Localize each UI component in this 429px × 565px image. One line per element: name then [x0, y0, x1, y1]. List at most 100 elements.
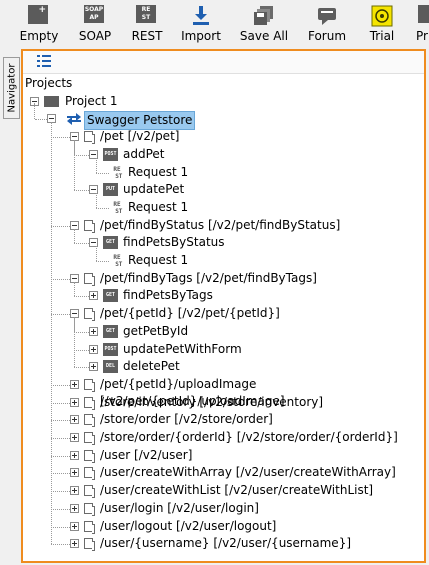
tree-connector-line: [34, 102, 35, 120]
tree-connector-line: [51, 137, 70, 139]
resource-page-icon: [84, 308, 95, 322]
resource-expander[interactable]: [70, 450, 79, 460]
tree-resource[interactable]: /pet/{petId} [/v2/pet/{petId}]: [100, 305, 280, 322]
import-button[interactable]: Import: [178, 0, 224, 46]
empty-project-label: Empty: [19, 29, 59, 43]
tree-method[interactable]: updatePet: [123, 181, 184, 198]
resource-page-icon: [84, 449, 95, 463]
tree-connector-line: [51, 225, 70, 227]
method-badge-get: GET: [103, 289, 118, 303]
resource-expander[interactable]: [70, 539, 79, 549]
forum-button[interactable]: Forum: [304, 0, 350, 46]
resource-page-icon: [84, 219, 95, 233]
tree-connector-line: [51, 278, 70, 280]
tree-method[interactable]: getPetById: [123, 323, 188, 340]
soap-button[interactable]: SOAP AP SOAP: [74, 0, 116, 46]
panel-toolbar: [23, 51, 424, 74]
tree-method[interactable]: findPetsByTags: [123, 287, 213, 304]
navigator-panel: Projects Project 1 Swagger Petstore/pet [/…: [21, 49, 426, 563]
save-all-button[interactable]: Save All: [238, 0, 290, 46]
rest-label: REST: [131, 29, 163, 43]
tree-resource[interactable]: /user/{username} [/v2/user/{username}]: [100, 535, 351, 552]
tree-root-projects[interactable]: Projects: [25, 75, 72, 92]
tree-connector-line: [96, 246, 97, 261]
tree-connector-line: [96, 207, 109, 209]
resource-page-icon: [84, 520, 95, 534]
navigator-tab[interactable]: Navigator: [3, 57, 20, 119]
trial-label: Trial: [369, 29, 395, 43]
soap-label: SOAP: [78, 29, 112, 43]
forum-label: Forum: [307, 29, 347, 43]
tree-resource[interactable]: /user [/v2/user]: [100, 447, 192, 464]
resource-page-icon: [84, 131, 95, 145]
tree-connector-line: [51, 402, 70, 404]
tree-connector-line: [74, 228, 75, 244]
import-label: Import: [181, 29, 221, 43]
method-badge-get: GET: [103, 236, 118, 250]
method-expander[interactable]: [89, 362, 98, 372]
list-view-icon[interactable]: [37, 55, 51, 67]
empty-project-button[interactable]: + Empty: [18, 0, 60, 46]
preferences-icon: [418, 5, 429, 27]
tree-resource[interactable]: /user/createWithArray [/v2/user/createWi…: [100, 464, 396, 481]
resource-page-icon: [84, 378, 95, 392]
tree-connector-line: [51, 491, 70, 493]
tree-connector-line: [96, 157, 97, 173]
resource-expander[interactable]: [70, 397, 79, 407]
resource-expander[interactable]: [70, 379, 79, 389]
tree-resource[interactable]: /pet/findByStatus [/v2/pet/findByStatus]: [100, 217, 340, 234]
method-expander[interactable]: [89, 291, 98, 301]
resource-expander[interactable]: [70, 433, 79, 442]
preferences-button[interactable]: Pr: [414, 0, 429, 46]
tree-method[interactable]: addPet: [123, 146, 164, 163]
tree-resource[interactable]: /store/order [/v2/store/order]: [100, 411, 273, 428]
tree-request[interactable]: Request 1: [128, 199, 188, 216]
tree-resource[interactable]: /store/inventory [/v2/store/inventory]: [100, 394, 323, 411]
tree-resource[interactable]: /pet/findByTags [/v2/pet/findByTags]: [100, 270, 317, 287]
tree-connector-line: [96, 172, 109, 174]
tree-connector-line: [74, 349, 89, 351]
tree-connector-line: [51, 508, 70, 510]
rest-request-icon: RE ST: [111, 200, 123, 215]
resource-page-icon: [84, 502, 95, 516]
tree-connector-line: [51, 384, 70, 386]
tree-connector-line: [74, 317, 75, 368]
tree-resource[interactable]: /user/logout [/v2/user/logout]: [100, 518, 276, 535]
tree-resource[interactable]: /user/login [/v2/user/login]: [100, 500, 259, 517]
tree-connector-line: [74, 296, 89, 298]
resource-page-icon: [84, 538, 95, 552]
method-badge-get: GET: [103, 324, 118, 338]
resource-expander[interactable]: [70, 468, 79, 478]
resource-expander[interactable]: [70, 521, 79, 531]
resource-expander[interactable]: [70, 486, 79, 496]
tree-connector-line: [74, 331, 89, 333]
resource-expander[interactable]: [70, 503, 79, 513]
method-expander[interactable]: [89, 326, 98, 336]
tree-project-1[interactable]: Project 1: [65, 93, 118, 110]
rest-request-icon: RE ST: [111, 165, 123, 180]
tree-connector-line: [74, 243, 89, 245]
tree-request[interactable]: Request 1: [128, 252, 188, 269]
tree-method[interactable]: updatePetWithForm: [123, 341, 242, 358]
rest-button[interactable]: RE ST REST: [126, 0, 168, 46]
tree-resource[interactable]: /pet [/v2/pet]: [100, 128, 179, 145]
tree-method[interactable]: deletePet: [123, 358, 180, 375]
project-tree: Projects Project 1 Swagger Petstore/pet [/…: [23, 73, 424, 561]
resource-page-icon: [84, 432, 95, 445]
tree-resource[interactable]: /store/order/{orderId} [/v2/store/order/…: [100, 429, 398, 446]
trial-button[interactable]: Trial: [360, 0, 404, 46]
resource-page-icon: [84, 467, 95, 481]
tree-method[interactable]: findPetsByStatus: [123, 234, 225, 251]
method-expander[interactable]: [89, 344, 98, 354]
tree-request[interactable]: Request 1: [128, 164, 188, 181]
tree-resource[interactable]: /user/createWithList [/v2/user/createWit…: [100, 482, 373, 499]
resource-page-icon: [84, 414, 95, 428]
main-toolbar: + Empty SOAP AP SOAP RE ST REST Import S…: [0, 0, 429, 46]
rest-icon: RE ST: [136, 5, 158, 27]
tree-connector-line: [74, 140, 75, 191]
tree-connector-line: [51, 473, 70, 475]
tree-connector-line: [74, 281, 75, 297]
resource-expander[interactable]: [70, 415, 79, 425]
save-all-icon: [253, 5, 275, 27]
soap-icon: SOAP AP: [84, 5, 104, 23]
